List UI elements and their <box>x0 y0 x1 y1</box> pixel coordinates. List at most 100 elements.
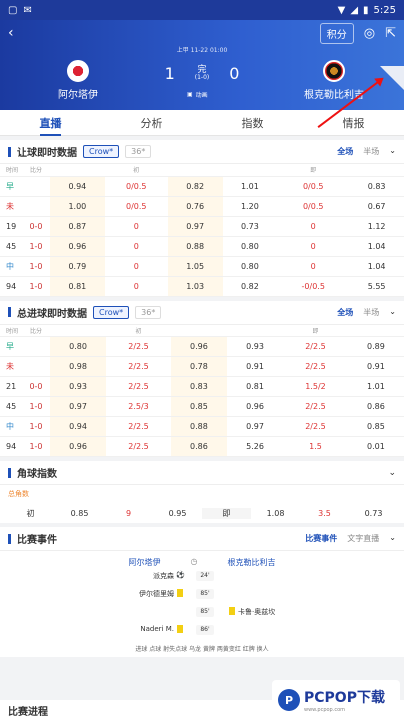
table-cell: -0/0.5 <box>277 276 350 297</box>
table-cell: 0 <box>104 216 168 237</box>
standings-button[interactable]: 积分 <box>319 22 354 44</box>
table-cell: 0.98 <box>50 356 107 377</box>
col-score: 比分 <box>22 164 50 177</box>
col-time: 时间 <box>0 324 22 337</box>
events-section: 比赛事件 比赛事件 文字直播 ⌄ 阿尔塔伊 ◷ 根克勒比利吉 派克森 ⚽ 24' 伊尔德里姆… <box>0 527 404 657</box>
table-cell: 0.82 <box>222 276 278 297</box>
corners-section: 角球指数 ⌄ 总角数 初 0.85 9 0.95 即 1.08 3.5 0.73 <box>0 461 404 523</box>
full-time-toggle[interactable]: 全场 <box>337 146 353 157</box>
table-cell: 0.81 <box>50 276 105 297</box>
table-cell: 0.94 <box>50 416 107 437</box>
tab-events[interactable]: 比赛事件 <box>305 533 337 544</box>
crow-chip[interactable]: Crow* <box>93 305 130 319</box>
table-cell: 1.01 <box>347 376 404 397</box>
table-cell: 0.97 <box>50 396 107 417</box>
table-cell: 0.87 <box>50 216 105 237</box>
signal-icon: ◢ <box>350 4 359 16</box>
handicap-table: 时间 比分初即 早 0.94 0/0.5 0.82 1.01 0/0.5 0.83 未 1.00 0… <box>0 164 404 297</box>
collapse-icon[interactable]: ⌄ <box>389 533 396 544</box>
full-time-toggle[interactable]: 全场 <box>337 307 353 318</box>
event-minute: 86' <box>196 625 214 635</box>
table-cell: 94 <box>0 436 22 457</box>
table-cell: 2/2.5 <box>283 396 348 417</box>
table-cell: 1.20 <box>222 196 278 217</box>
corner-cell: 1.08 <box>266 508 285 518</box>
bookie-36-chip[interactable]: 36* <box>125 145 152 158</box>
table-cell: 2/2.5 <box>283 416 348 437</box>
table-cell: 0.88 <box>170 416 227 437</box>
tab-bar: 直播 分析 指数 情报 <box>0 110 404 136</box>
tab-analysis[interactable]: 分析 <box>101 115 202 131</box>
table-cell: 0.83 <box>349 176 404 197</box>
share-icon[interactable]: ⇱ <box>385 26 396 41</box>
table-cell: 中 <box>0 416 22 437</box>
table-cell: 0.88 <box>167 236 223 257</box>
match-header: ‹ 积分 ◎ ⇱ 上甲 11-22 01:00 阿尔塔伊 1 完 (1-0) 0 … <box>0 20 404 128</box>
table-cell: 0.82 <box>167 176 223 197</box>
half-time-toggle[interactable]: 半场 <box>363 146 379 157</box>
corner-cell: 0.73 <box>364 508 383 518</box>
crow-chip[interactable]: Crow* <box>83 145 120 158</box>
table-cell: 2/2.5 <box>106 336 171 357</box>
table-cell: 5.26 <box>226 436 284 457</box>
table-cell: 5.55 <box>349 276 404 297</box>
table-cell: 1.12 <box>349 216 404 237</box>
table-cell: 1.04 <box>349 256 404 277</box>
collapse-icon[interactable]: ⌄ <box>389 146 396 157</box>
table-row: 未 1.00 0/0.5 0.76 1.20 0/0.5 0.67 <box>0 196 404 217</box>
back-icon[interactable]: ‹ <box>8 25 14 41</box>
table-cell: 0.93 <box>50 376 107 397</box>
collapse-icon[interactable]: ⌄ <box>388 468 396 478</box>
yellow-card-icon <box>177 625 183 633</box>
table-cell: 1.03 <box>167 276 223 297</box>
table-cell: 2/2.5 <box>106 376 171 397</box>
table-cell: 0 <box>104 276 168 297</box>
col-score: 比分 <box>22 324 50 337</box>
table-cell: 2/2.5 <box>283 356 348 377</box>
notification-icon: ✉ <box>23 4 32 16</box>
table-cell: 0.79 <box>50 256 105 277</box>
table-cell: 0/0.5 <box>277 176 350 197</box>
half-score: (1-0) <box>194 74 210 81</box>
wifi-icon: ▼ <box>337 4 346 16</box>
table-row: 19 0-0 0.87 0 0.97 0.73 0 1.12 <box>0 216 404 237</box>
table-cell: 1-0 <box>22 236 50 257</box>
yellow-card-icon <box>229 607 235 615</box>
yellow-card-icon <box>177 589 183 597</box>
tab-odds[interactable]: 指数 <box>202 115 303 131</box>
table-cell: 0-0 <box>22 376 50 397</box>
animation-button[interactable]: ▣ 动画 <box>187 90 208 99</box>
table-cell: 94 <box>0 276 22 297</box>
away-score: 0 <box>229 64 240 83</box>
table-row: 94 1-0 0.81 0 1.03 0.82 -0/0.5 5.55 <box>0 276 404 297</box>
table-cell: 2/2.5 <box>106 356 171 377</box>
table-cell: 0.89 <box>347 336 404 357</box>
table-cell <box>22 336 50 357</box>
corners-row: 初 0.85 9 0.95 即 1.08 3.5 0.73 <box>0 503 404 523</box>
half-time-toggle[interactable]: 半场 <box>363 307 379 318</box>
table-cell: 45 <box>0 396 22 417</box>
table-cell: 1-0 <box>22 396 50 417</box>
bookie-36-chip[interactable]: 36* <box>135 305 162 319</box>
corner-cell: 初 <box>26 508 35 518</box>
table-row: 45 1-0 0.96 0 0.88 0.80 0 1.04 <box>0 236 404 257</box>
event-player: 伊尔德里姆 <box>139 590 174 598</box>
match-progress-title: 比赛进程 <box>8 706 48 718</box>
away-crest-icon <box>323 60 345 82</box>
table-cell: 0.80 <box>222 236 278 257</box>
tab-live[interactable]: 直播 <box>0 115 101 136</box>
collapse-icon[interactable]: ⌄ <box>389 307 396 318</box>
target-icon[interactable]: ◎ <box>364 26 375 41</box>
event-player: 卡鲁·奥兹坎 <box>238 608 276 616</box>
corners-title: 角球指数 <box>17 469 57 480</box>
battery-icon: ▮ <box>363 4 369 16</box>
table-cell: 未 <box>0 196 22 217</box>
events-away: 根克勒比利吉 <box>227 558 276 567</box>
event-player: 派克森 <box>153 572 174 580</box>
table-cell: 0-0 <box>22 216 50 237</box>
table-cell: 45 <box>0 236 22 257</box>
table-cell: 0 <box>104 256 168 277</box>
table-cell: 0 <box>277 256 350 277</box>
tab-text-live[interactable]: 文字直播 <box>347 533 379 544</box>
col-initial: 初 <box>104 164 168 177</box>
